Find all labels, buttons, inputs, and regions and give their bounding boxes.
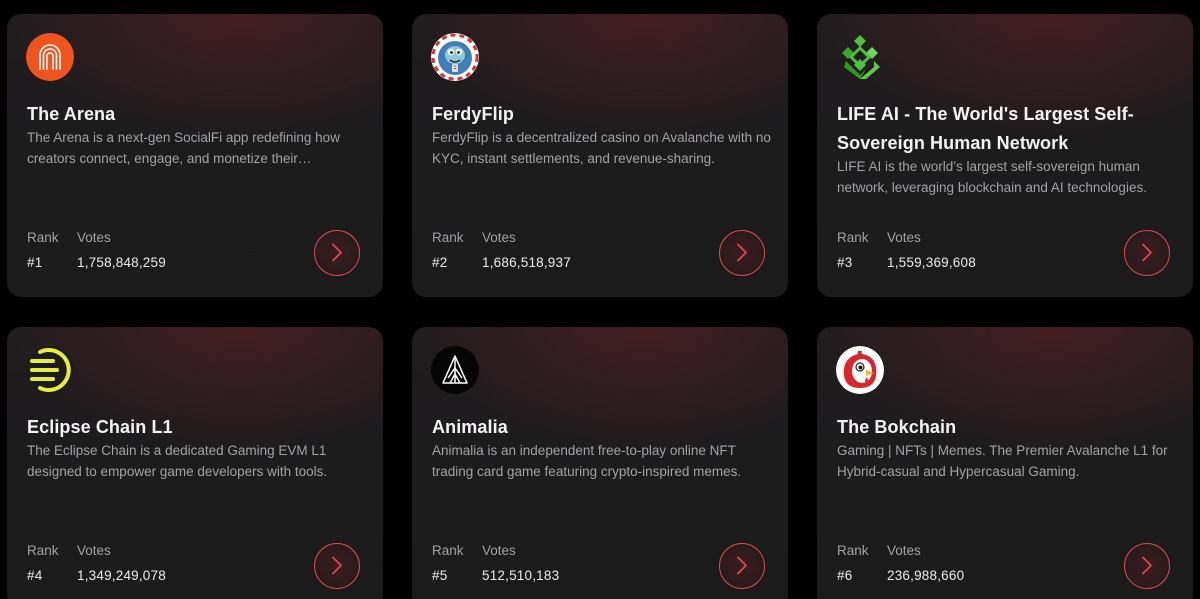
rank-value: #3 — [837, 255, 853, 270]
rank-label: Rank — [837, 230, 869, 245]
project-description: The Arena is a next-gen SocialFi app red… — [27, 130, 340, 166]
project-title: LIFE AI - The World's Largest Self-Sover… — [837, 104, 1134, 153]
votes-value: 236,988,660 — [887, 568, 965, 583]
project-card[interactable]: Eclipse Chain L1 The Eclipse Chain is a … — [7, 327, 383, 599]
chevron-right-icon — [737, 243, 747, 262]
life-ai-logo-icon — [836, 33, 884, 81]
project-description: Animalia is an independent free-to-play … — [432, 443, 742, 479]
votes-value: 1,559,369,608 — [887, 255, 976, 270]
rank-label: Rank — [432, 543, 464, 558]
arena-logo-icon — [26, 33, 74, 81]
rank-value: #5 — [432, 568, 448, 583]
project-title: Animalia — [432, 417, 508, 437]
rank-value: #6 — [837, 568, 853, 583]
votes-label: Votes — [77, 543, 111, 558]
votes-label: Votes — [77, 230, 111, 245]
project-title: Eclipse Chain L1 — [27, 417, 173, 437]
project-grid: The Arena The Arena is a next-gen Social… — [0, 0, 1200, 599]
eclipse-chain-logo-icon — [26, 346, 74, 394]
chevron-right-icon — [332, 243, 342, 262]
project-title: The Arena — [27, 104, 116, 124]
chevron-right-icon — [1142, 556, 1152, 575]
chevron-right-icon — [332, 556, 342, 575]
project-card[interactable]: The Bokchain Gaming | NFTs | Memes. The … — [817, 327, 1193, 599]
project-description: Gaming | NFTs | Memes. The Premier Avala… — [837, 443, 1168, 479]
ferdyflip-logo-icon — [431, 33, 479, 81]
project-description: The Eclipse Chain is a dedicated Gaming … — [27, 443, 328, 479]
rank-value: #2 — [432, 255, 448, 270]
votes-label: Votes — [482, 230, 516, 245]
open-project-button[interactable] — [719, 543, 765, 589]
project-card[interactable]: LIFE AI - The World's Largest Self-Sover… — [817, 14, 1193, 297]
animalia-logo-icon — [431, 346, 479, 394]
project-description: LIFE AI is the world’s largest self-sove… — [837, 159, 1147, 195]
chevron-right-icon — [1142, 243, 1152, 262]
votes-label: Votes — [887, 230, 921, 245]
rank-label: Rank — [27, 543, 59, 558]
open-project-button[interactable] — [1124, 543, 1170, 589]
open-project-button[interactable] — [719, 230, 765, 276]
rank-label: Rank — [432, 230, 464, 245]
votes-value: 512,510,183 — [482, 568, 560, 583]
open-project-button[interactable] — [314, 543, 360, 589]
project-card[interactable]: The Arena The Arena is a next-gen Social… — [7, 14, 383, 297]
votes-label: Votes — [887, 543, 921, 558]
rank-value: #1 — [27, 255, 43, 270]
open-project-button[interactable] — [1124, 230, 1170, 276]
open-project-button[interactable] — [314, 230, 360, 276]
rank-label: Rank — [837, 543, 869, 558]
votes-value: 1,349,249,078 — [77, 568, 166, 583]
project-card[interactable]: Animalia Animalia is an independent free… — [412, 327, 788, 599]
votes-value: 1,686,518,937 — [482, 255, 571, 270]
project-card[interactable]: FerdyFlip FerdyFlip is a decentralized c… — [412, 14, 788, 297]
project-description: FerdyFlip is a decentralized casino on A… — [432, 130, 771, 166]
rank-label: Rank — [27, 230, 59, 245]
project-title: The Bokchain — [837, 417, 957, 437]
bokchain-logo-icon — [836, 346, 884, 394]
votes-label: Votes — [482, 543, 516, 558]
chevron-right-icon — [737, 556, 747, 575]
votes-value: 1,758,848,259 — [77, 255, 166, 270]
rank-value: #4 — [27, 568, 43, 583]
project-title: FerdyFlip — [432, 104, 514, 124]
